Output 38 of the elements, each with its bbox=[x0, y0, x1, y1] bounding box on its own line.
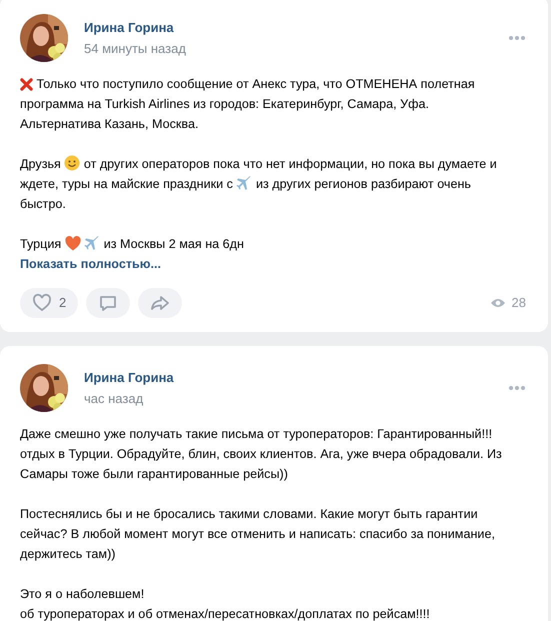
post-text: из других регионов разбирают очень bbox=[256, 177, 471, 191]
share-icon bbox=[150, 293, 170, 313]
post-text: об туроператорах и об отменах/пересатновках/доплатах по рейсам!!!! bbox=[20, 607, 430, 621]
post-text: Турция bbox=[20, 237, 62, 251]
post-time: 54 минуты назад bbox=[84, 40, 186, 58]
post-text: Самары тоже были гарантированные рейсы)) bbox=[20, 467, 288, 481]
post-text: Это я о наболевшем! bbox=[20, 587, 144, 601]
post-text: сейчас? В любой момент могут все отменить и написать: спасибо за понимание, bbox=[20, 527, 495, 541]
post-text: Друзья bbox=[20, 157, 61, 171]
post-text: программа на Turkish Airlines из городов: Екатеринбург, Самара, Уфа. bbox=[20, 97, 429, 111]
heart-icon bbox=[32, 293, 52, 313]
post-text: отдых в Турции. Обрадуйте, блин, своих клиентов. Ага, уже вчера обрадовали. Из bbox=[20, 447, 502, 461]
more-options-icon[interactable] bbox=[508, 35, 526, 41]
post-text: Постеснялись бы и не бросались такими словами. Какие могут быть гарантии bbox=[20, 507, 478, 521]
author-name[interactable]: Ирина Горина bbox=[84, 368, 174, 388]
cross-icon bbox=[20, 78, 33, 91]
heart-icon bbox=[64, 236, 81, 251]
like-button[interactable]: 2 bbox=[20, 288, 78, 318]
post-text: держитесь там)) bbox=[20, 547, 116, 561]
post-text: быстро. bbox=[20, 197, 66, 211]
view-count: 28 bbox=[512, 294, 526, 312]
comment-icon bbox=[98, 293, 118, 313]
post-text: Только что поступило сообщение от Анекс тура, что ОТМЕНЕНА полетная bbox=[36, 77, 475, 91]
airplane-icon bbox=[236, 175, 252, 191]
airplane-icon bbox=[84, 235, 100, 251]
post-time: час назад bbox=[84, 390, 144, 408]
eye-icon bbox=[490, 297, 506, 309]
comment-button[interactable] bbox=[86, 288, 130, 318]
smile-icon bbox=[64, 155, 80, 171]
post-text: Альтернатива Казань, Москва. bbox=[20, 117, 198, 131]
post-text: Даже смешно уже получать такие письма от туроператоров: Гарантированный!!! bbox=[20, 427, 492, 441]
more-options-icon[interactable] bbox=[508, 385, 526, 391]
share-button[interactable] bbox=[138, 288, 182, 318]
post-text: от других операторов пока что нет информации, но пока вы думаете и bbox=[84, 157, 497, 171]
show-more-link[interactable]: Показать полностью... bbox=[20, 254, 161, 274]
post-text: ждете, туры на майские праздники с bbox=[20, 177, 233, 191]
author-name[interactable]: Ирина Горина bbox=[84, 18, 174, 38]
post-text: из Москвы 2 мая на 6дн bbox=[104, 237, 244, 251]
